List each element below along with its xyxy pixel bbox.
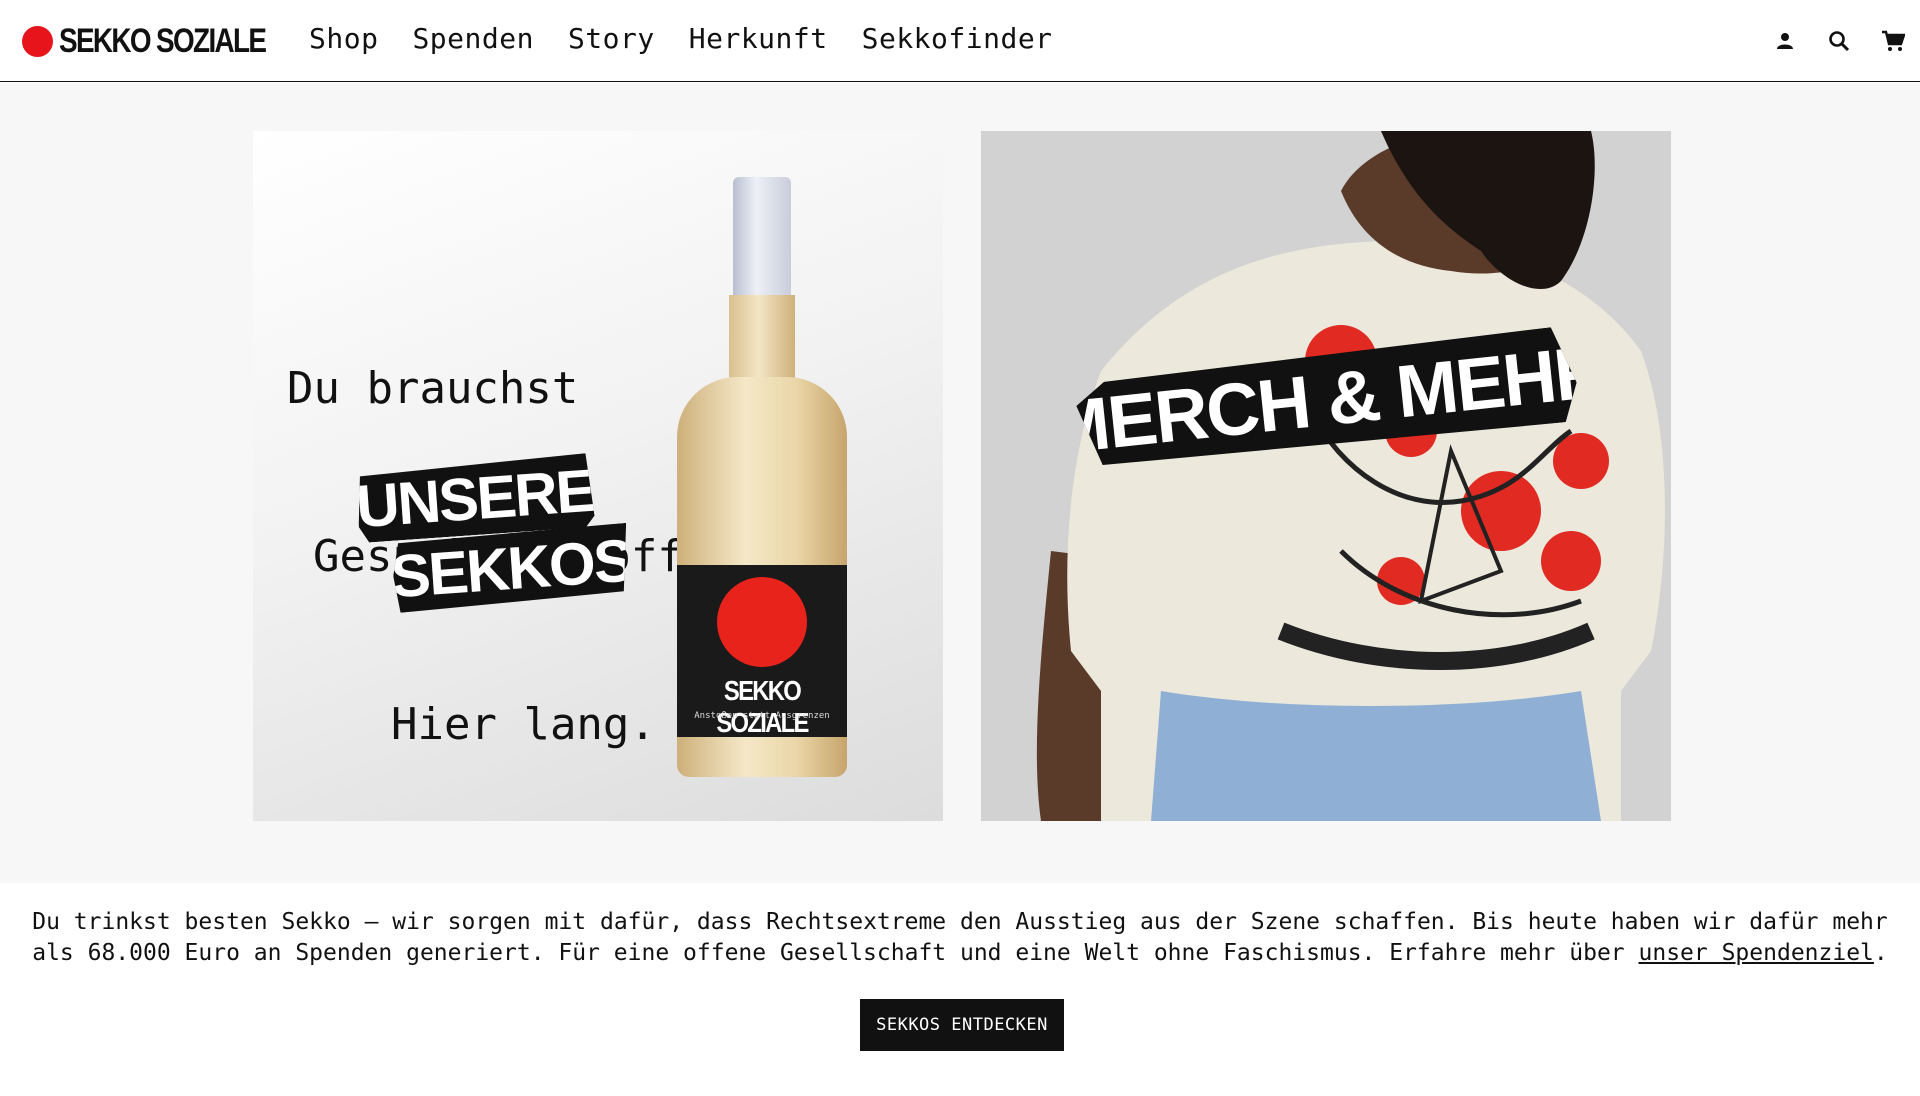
search-icon[interactable] [1826, 28, 1852, 54]
donation-info-text: Du trinkst besten Sekko – wir sorgen mit… [24, 907, 1896, 969]
nav-item-sekkofinder[interactable]: Sekkofinder [862, 22, 1053, 55]
brand-logo[interactable]: SEKKO SOZIALE [22, 21, 311, 60]
wine-bottle-image: SEKKO SOZIALE Anstoßen statt Ausgrenzen [677, 177, 847, 777]
bottle-label: SEKKO SOZIALE Anstoßen statt Ausgrenzen [677, 565, 847, 738]
donation-info-section: Du trinkst besten Sekko – wir sorgen mit… [0, 883, 1920, 1096]
hero-section: Du brauchst Gesprächsstoff? Hier lang. U… [0, 83, 1920, 883]
label-red-dot [717, 577, 807, 667]
discover-sekkos-button[interactable]: SEKKOS ENTDECKEN [860, 999, 1064, 1051]
site-header: SEKKO SOZIALE Shop Spenden Story Herkunf… [0, 0, 1920, 82]
nav-item-shop[interactable]: Shop [309, 22, 378, 55]
main-nav: Shop Spenden Story Herkunft Sekkofinder [309, 22, 1087, 55]
nav-item-story[interactable]: Story [568, 22, 655, 55]
account-icon[interactable] [1772, 28, 1798, 54]
label-brand-text: SEKKO SOZIALE [716, 675, 809, 738]
donation-goal-link[interactable]: unser Spendenziel [1639, 940, 1874, 966]
headline-line-1: Du brauchst [287, 363, 579, 414]
merch-photo [981, 131, 1671, 821]
bottle-cap [733, 177, 791, 297]
logo-dot-icon [22, 25, 53, 57]
headline-line-3: Hier lang. [391, 699, 656, 750]
label-tagline: Anstoßen statt Ausgrenzen [694, 711, 830, 721]
info-text-end: . [1873, 940, 1888, 966]
header-actions [1744, 28, 1906, 54]
logo-text: SEKKO SOZIALE [59, 21, 267, 60]
promo-card-sekkos[interactable]: Du brauchst Gesprächsstoff? Hier lang. U… [253, 131, 943, 821]
cart-icon[interactable] [1880, 28, 1906, 54]
info-text-body: Du trinkst besten Sekko – wir sorgen mit… [32, 909, 1888, 966]
nav-item-herkunft[interactable]: Herkunft [689, 22, 828, 55]
promo-card-merch[interactable]: MERCH & MEHR [981, 131, 1671, 821]
nav-item-spenden[interactable]: Spenden [412, 22, 534, 55]
